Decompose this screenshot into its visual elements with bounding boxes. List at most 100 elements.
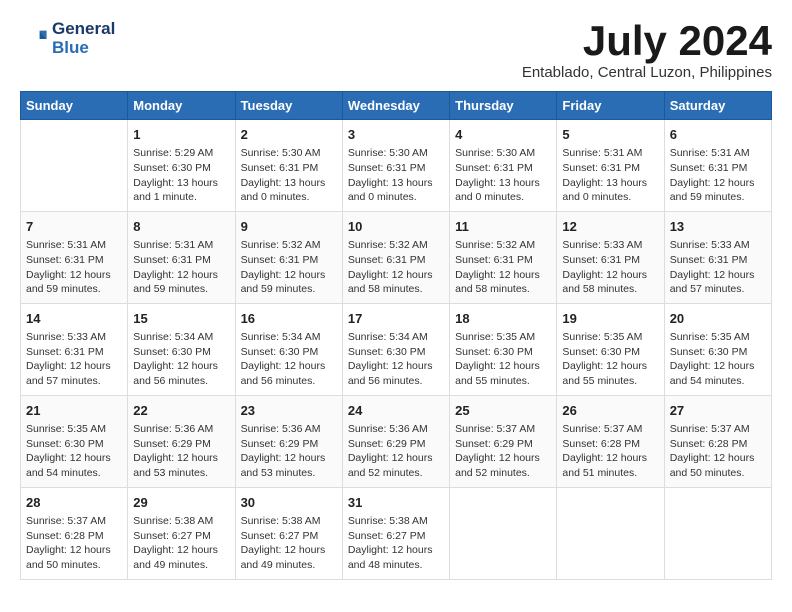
day-number: 2 xyxy=(241,126,337,144)
calendar-cell xyxy=(664,487,771,579)
calendar-cell: 27Sunrise: 5:37 AM Sunset: 6:28 PM Dayli… xyxy=(664,395,771,487)
day-info: Sunrise: 5:30 AM Sunset: 6:31 PM Dayligh… xyxy=(348,146,444,205)
calendar-cell: 17 Sunrise: 5:34 AM Sunset: 6:30 PM Dayli… xyxy=(342,303,449,395)
calendar-cell: 13 Sunrise: 5:33 AM Sunset: 6:31 PM Dayli… xyxy=(664,211,771,303)
day-info: Sunrise: 5:32 AM Sunset: 6:31 PM Dayligh… xyxy=(241,238,337,297)
day-number: 3 xyxy=(348,126,444,144)
day-info: Sunrise: 5:34 AM Sunset: 6:30 PM Dayligh… xyxy=(241,330,337,389)
header-day-monday: Monday xyxy=(128,92,235,120)
calendar-cell: 4Sunrise: 5:30 AM Sunset: 6:31 PM Daylig… xyxy=(450,120,557,212)
header-day-thursday: Thursday xyxy=(450,92,557,120)
calendar-cell: 20 Sunrise: 5:35 AM Sunset: 6:30 PM Dayli… xyxy=(664,303,771,395)
calendar-cell: 9Sunrise: 5:32 AM Sunset: 6:31 PM Daylig… xyxy=(235,211,342,303)
day-number: 10 xyxy=(348,218,444,236)
calendar-cell: 26 Sunrise: 5:37 AM Sunset: 6:28 PM Dayli… xyxy=(557,395,664,487)
day-number: 23 xyxy=(241,402,337,420)
day-number: 26 xyxy=(562,402,658,420)
day-number: 29 xyxy=(133,494,229,512)
day-number: 8 xyxy=(133,218,229,236)
day-info: Sunrise: 5:31 AM Sunset: 6:31 PM Dayligh… xyxy=(562,146,658,205)
calendar-cell: 2 Sunrise: 5:30 AM Sunset: 6:31 PM Daylig… xyxy=(235,120,342,212)
day-number: 20 xyxy=(670,310,766,328)
calendar-cell: 18Sunrise: 5:35 AM Sunset: 6:30 PM Dayli… xyxy=(450,303,557,395)
day-info: Sunrise: 5:33 AM Sunset: 6:31 PM Dayligh… xyxy=(670,238,766,297)
day-number: 4 xyxy=(455,126,551,144)
calendar-cell: 5 Sunrise: 5:31 AM Sunset: 6:31 PM Daylig… xyxy=(557,120,664,212)
logo: General Blue xyxy=(20,20,115,57)
calendar-cell: 22 Sunrise: 5:36 AM Sunset: 6:29 PM Dayli… xyxy=(128,395,235,487)
logo-icon xyxy=(20,25,48,53)
header-day-wednesday: Wednesday xyxy=(342,92,449,120)
day-number: 6 xyxy=(670,126,766,144)
day-info: Sunrise: 5:35 AM Sunset: 6:30 PM Dayligh… xyxy=(26,422,122,481)
day-info: Sunrise: 5:37 AM Sunset: 6:28 PM Dayligh… xyxy=(26,514,122,573)
logo-line1: General xyxy=(52,20,115,39)
day-number: 13 xyxy=(670,218,766,236)
calendar-cell: 21Sunrise: 5:35 AM Sunset: 6:30 PM Dayli… xyxy=(21,395,128,487)
day-info: Sunrise: 5:34 AM Sunset: 6:30 PM Dayligh… xyxy=(348,330,444,389)
calendar-cell: 3 Sunrise: 5:30 AM Sunset: 6:31 PM Daylig… xyxy=(342,120,449,212)
day-info: Sunrise: 5:36 AM Sunset: 6:29 PM Dayligh… xyxy=(348,422,444,481)
day-info: Sunrise: 5:37 AM Sunset: 6:29 PM Dayligh… xyxy=(455,422,551,481)
calendar-table: SundayMondayTuesdayWednesdayThursdayFrid… xyxy=(20,91,772,580)
week-row-5: 28Sunrise: 5:37 AM Sunset: 6:28 PM Dayli… xyxy=(21,487,772,579)
day-number: 24 xyxy=(348,402,444,420)
calendar-cell: 16 Sunrise: 5:34 AM Sunset: 6:30 PM Dayli… xyxy=(235,303,342,395)
logo-line2: Blue xyxy=(52,39,115,58)
day-info: Sunrise: 5:33 AM Sunset: 6:31 PM Dayligh… xyxy=(26,330,122,389)
day-number: 12 xyxy=(562,218,658,236)
day-info: Sunrise: 5:32 AM Sunset: 6:31 PM Dayligh… xyxy=(348,238,444,297)
day-number: 25 xyxy=(455,402,551,420)
day-info: Sunrise: 5:35 AM Sunset: 6:30 PM Dayligh… xyxy=(670,330,766,389)
calendar-cell: 7 Sunrise: 5:31 AM Sunset: 6:31 PM Daylig… xyxy=(21,211,128,303)
day-info: Sunrise: 5:37 AM Sunset: 6:28 PM Dayligh… xyxy=(562,422,658,481)
calendar-cell: 29Sunrise: 5:38 AM Sunset: 6:27 PM Dayli… xyxy=(128,487,235,579)
calendar-body: 1 Sunrise: 5:29 AM Sunset: 6:30 PM Daylig… xyxy=(21,120,772,580)
day-number: 27 xyxy=(670,402,766,420)
day-info: Sunrise: 5:34 AM Sunset: 6:30 PM Dayligh… xyxy=(133,330,229,389)
header-day-tuesday: Tuesday xyxy=(235,92,342,120)
week-row-3: 14 Sunrise: 5:33 AM Sunset: 6:31 PM Dayli… xyxy=(21,303,772,395)
title-block: July 2024 Entablado, Central Luzon, Phil… xyxy=(522,20,772,81)
week-row-2: 7 Sunrise: 5:31 AM Sunset: 6:31 PM Daylig… xyxy=(21,211,772,303)
day-number: 31 xyxy=(348,494,444,512)
calendar-cell: 25 Sunrise: 5:37 AM Sunset: 6:29 PM Dayli… xyxy=(450,395,557,487)
calendar-cell: 11Sunrise: 5:32 AM Sunset: 6:31 PM Dayli… xyxy=(450,211,557,303)
day-number: 11 xyxy=(455,218,551,236)
day-info: Sunrise: 5:33 AM Sunset: 6:31 PM Dayligh… xyxy=(562,238,658,297)
day-info: Sunrise: 5:29 AM Sunset: 6:30 PM Dayligh… xyxy=(133,146,229,205)
header-day-friday: Friday xyxy=(557,92,664,120)
calendar-cell xyxy=(557,487,664,579)
day-number: 7 xyxy=(26,218,122,236)
day-info: Sunrise: 5:35 AM Sunset: 6:30 PM Dayligh… xyxy=(562,330,658,389)
day-number: 17 xyxy=(348,310,444,328)
calendar-cell: 28Sunrise: 5:37 AM Sunset: 6:28 PM Dayli… xyxy=(21,487,128,579)
day-number: 1 xyxy=(133,126,229,144)
day-info: Sunrise: 5:36 AM Sunset: 6:29 PM Dayligh… xyxy=(133,422,229,481)
calendar-cell: 1 Sunrise: 5:29 AM Sunset: 6:30 PM Daylig… xyxy=(128,120,235,212)
day-number: 22 xyxy=(133,402,229,420)
week-row-1: 1 Sunrise: 5:29 AM Sunset: 6:30 PM Daylig… xyxy=(21,120,772,212)
day-number: 14 xyxy=(26,310,122,328)
day-number: 5 xyxy=(562,126,658,144)
day-info: Sunrise: 5:31 AM Sunset: 6:31 PM Dayligh… xyxy=(26,238,122,297)
day-info: Sunrise: 5:38 AM Sunset: 6:27 PM Dayligh… xyxy=(348,514,444,573)
header-day-sunday: Sunday xyxy=(21,92,128,120)
week-row-4: 21Sunrise: 5:35 AM Sunset: 6:30 PM Dayli… xyxy=(21,395,772,487)
day-info: Sunrise: 5:31 AM Sunset: 6:31 PM Dayligh… xyxy=(133,238,229,297)
calendar-header: SundayMondayTuesdayWednesdayThursdayFrid… xyxy=(21,92,772,120)
calendar-cell: 19Sunrise: 5:35 AM Sunset: 6:30 PM Dayli… xyxy=(557,303,664,395)
day-info: Sunrise: 5:30 AM Sunset: 6:31 PM Dayligh… xyxy=(241,146,337,205)
calendar-cell: 14 Sunrise: 5:33 AM Sunset: 6:31 PM Dayli… xyxy=(21,303,128,395)
calendar-cell: 8 Sunrise: 5:31 AM Sunset: 6:31 PM Daylig… xyxy=(128,211,235,303)
page-header: General Blue July 2024 Entablado, Centra… xyxy=(20,20,772,81)
calendar-cell: 31 Sunrise: 5:38 AM Sunset: 6:27 PM Dayli… xyxy=(342,487,449,579)
day-number: 30 xyxy=(241,494,337,512)
calendar-cell xyxy=(450,487,557,579)
day-number: 16 xyxy=(241,310,337,328)
calendar-cell: 30Sunrise: 5:38 AM Sunset: 6:27 PM Dayli… xyxy=(235,487,342,579)
day-info: Sunrise: 5:35 AM Sunset: 6:30 PM Dayligh… xyxy=(455,330,551,389)
calendar-cell: 6 Sunrise: 5:31 AM Sunset: 6:31 PM Daylig… xyxy=(664,120,771,212)
month-title: July 2024 xyxy=(522,20,772,62)
day-info: Sunrise: 5:31 AM Sunset: 6:31 PM Dayligh… xyxy=(670,146,766,205)
